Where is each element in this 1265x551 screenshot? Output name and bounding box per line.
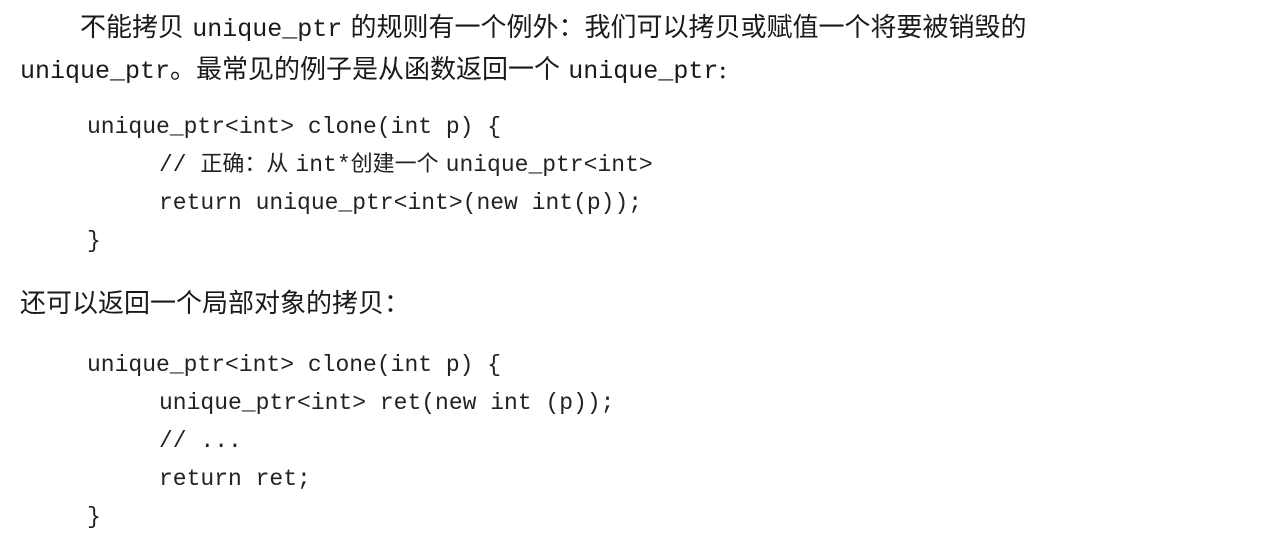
- comment-text: 创建一个: [350, 152, 446, 177]
- paragraph-return-local-copy: 还可以返回一个局部对象的拷贝：: [20, 289, 411, 319]
- comment-text: 正确：从: [200, 152, 296, 177]
- code-block-return-local: unique_ptr<int> clone(int p) { unique_ptr…: [87, 346, 614, 536]
- inline-code: unique_ptr: [568, 57, 719, 86]
- comment-prefix: //: [159, 152, 201, 178]
- code-comment: // 正确：从 int*创建一个 unique_ptr<int>: [87, 146, 653, 184]
- code-line: }: [87, 504, 101, 530]
- paragraph-text: :: [718, 55, 728, 85]
- code-comment: // ...: [159, 428, 242, 454]
- code-line: }: [87, 228, 101, 254]
- code-block-return-temporary: unique_ptr<int> clone(int p) { // 正确：从 in…: [87, 108, 653, 260]
- comment-code: unique_ptr<int>: [445, 152, 653, 178]
- paragraph-text: 不能拷贝: [80, 13, 193, 43]
- inline-code: unique_ptr: [20, 57, 171, 86]
- code-line: unique_ptr<int> clone(int p) {: [87, 352, 502, 378]
- comment-code: int*: [295, 152, 351, 178]
- book-page: 不能拷贝 unique_ptr 的规则有一个例外：我们可以拷贝或赋值一个将要被销…: [0, 0, 1265, 551]
- code-line: unique_ptr<int> clone(int p) {: [87, 114, 502, 140]
- code-line: unique_ptr<int> ret(new int (p));: [159, 390, 615, 416]
- code-line: return unique_ptr<int>(new int(p));: [159, 190, 643, 216]
- paragraph-text: 的规则有一个例外：我们可以拷贝或赋值一个将要被销毁的: [342, 13, 1027, 43]
- inline-code: unique_ptr: [192, 15, 343, 44]
- paragraph-unique-ptr-exception: 不能拷贝 unique_ptr 的规则有一个例外：我们可以拷贝或赋值一个将要被销…: [20, 8, 1250, 92]
- code-line: return ret;: [159, 466, 311, 492]
- paragraph-text: 。最常见的例子是从函数返回一个: [170, 55, 569, 85]
